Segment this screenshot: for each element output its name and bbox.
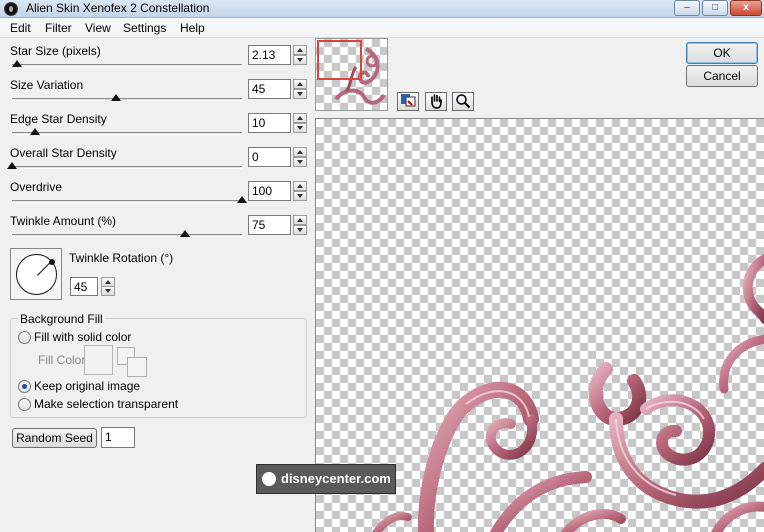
menu-edit[interactable]: Edit bbox=[10, 21, 31, 35]
maximize-button[interactable]: □ bbox=[702, 0, 728, 16]
make-selection-transparent-radio[interactable] bbox=[18, 398, 31, 411]
star-size-slider[interactable] bbox=[12, 64, 242, 67]
size-variation-label: Size Variation bbox=[10, 78, 84, 92]
dial-handle[interactable] bbox=[49, 259, 55, 265]
background-fill-title: Background Fill bbox=[18, 312, 105, 326]
overdrive-slider[interactable] bbox=[12, 200, 242, 203]
overall-star-density-stepper[interactable] bbox=[293, 147, 307, 167]
star-size-label: Star Size (pixels) bbox=[10, 44, 101, 58]
star-size-stepper[interactable] bbox=[293, 45, 307, 65]
overall-star-density-slider[interactable] bbox=[12, 166, 242, 169]
overdrive-input[interactable]: 100 bbox=[248, 181, 291, 201]
fill-solid-color-label[interactable]: Fill with solid color bbox=[34, 330, 131, 344]
twinkle-rotation-stepper[interactable] bbox=[101, 277, 115, 296]
twinkle-amount-stepper[interactable] bbox=[293, 215, 307, 235]
menu-view[interactable]: View bbox=[85, 21, 111, 35]
minimize-button[interactable]: – bbox=[674, 0, 700, 16]
keep-original-image-label[interactable]: Keep original image bbox=[34, 379, 140, 393]
hand-icon[interactable] bbox=[425, 92, 447, 111]
edge-star-density-label: Edge Star Density bbox=[10, 112, 107, 126]
fill-color-swatch[interactable] bbox=[84, 345, 113, 375]
dial-face bbox=[16, 254, 57, 295]
twinkle-rotation-input[interactable]: 45 bbox=[70, 277, 98, 296]
cancel-button[interactable]: Cancel bbox=[686, 65, 758, 87]
size-variation-input[interactable]: 45 bbox=[248, 79, 291, 99]
overdrive-slider-thumb[interactable] bbox=[237, 196, 247, 203]
zoom-icon[interactable] bbox=[452, 92, 474, 111]
keep-original-image-radio[interactable] bbox=[18, 380, 31, 393]
overall-star-density-slider-thumb[interactable] bbox=[7, 162, 17, 169]
menu-filter[interactable]: Filter bbox=[45, 21, 72, 35]
fill-solid-color-radio[interactable] bbox=[18, 331, 31, 344]
twinkle-amount-slider-thumb[interactable] bbox=[179, 230, 190, 237]
watermark-badge: disneycenter.com bbox=[256, 464, 396, 494]
window-title: Alien Skin Xenofex 2 Constellation bbox=[26, 1, 210, 15]
watermark-text: disneycenter.com bbox=[281, 471, 391, 486]
edge-star-density-stepper[interactable] bbox=[293, 113, 307, 133]
overall-star-density-label: Overall Star Density bbox=[10, 146, 117, 160]
ok-button[interactable]: OK bbox=[686, 42, 758, 64]
menu-bar: Edit Filter View Settings Help bbox=[0, 18, 764, 38]
edge-star-density-input[interactable]: 10 bbox=[248, 113, 291, 133]
overall-star-density-input[interactable]: 0 bbox=[248, 147, 291, 167]
twinkle-amount-slider[interactable] bbox=[12, 234, 242, 237]
mouse-ears-icon bbox=[262, 472, 276, 486]
star-size-input[interactable]: 2.13 bbox=[248, 45, 291, 65]
random-seed-input[interactable]: 1 bbox=[101, 427, 135, 448]
menu-settings[interactable]: Settings bbox=[123, 21, 166, 35]
size-variation-stepper[interactable] bbox=[293, 79, 307, 99]
alien-skin-app-icon bbox=[4, 2, 18, 16]
overdrive-label: Overdrive bbox=[10, 180, 63, 194]
preview-toggle-icon[interactable] bbox=[397, 92, 419, 111]
edge-star-density-slider-thumb[interactable] bbox=[30, 128, 40, 135]
star-size-slider-thumb[interactable] bbox=[11, 60, 22, 67]
twinkle-amount-input[interactable]: 75 bbox=[248, 215, 291, 235]
make-selection-transparent-label[interactable]: Make selection transparent bbox=[34, 397, 178, 411]
size-variation-slider-thumb[interactable] bbox=[110, 94, 121, 101]
edge-star-density-slider[interactable] bbox=[12, 132, 242, 135]
twinkle-rotation-label: Twinkle Rotation (°) bbox=[69, 251, 174, 265]
title-bar: Alien Skin Xenofex 2 Constellation – □ x bbox=[0, 0, 764, 18]
random-seed-button[interactable]: Random Seed bbox=[12, 428, 97, 448]
twinkle-amount-label: Twinkle Amount (%) bbox=[10, 214, 117, 228]
fill-color-label: Fill Color bbox=[38, 353, 86, 367]
swap-colors-front-icon[interactable] bbox=[127, 357, 147, 377]
twinkle-rotation-dial[interactable] bbox=[10, 248, 62, 300]
thumbnail-view-rectangle[interactable] bbox=[317, 40, 362, 80]
menu-help[interactable]: Help bbox=[180, 21, 205, 35]
overdrive-stepper[interactable] bbox=[293, 181, 307, 201]
navigator-thumbnail[interactable] bbox=[315, 38, 388, 111]
size-variation-slider[interactable] bbox=[12, 98, 242, 101]
close-button[interactable]: x bbox=[730, 0, 762, 16]
